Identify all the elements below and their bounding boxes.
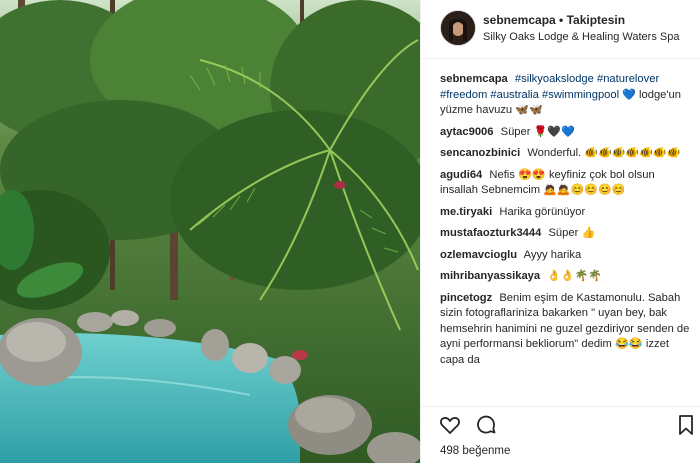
jungle-pool-image bbox=[0, 0, 420, 463]
hashtag-link[interactable]: #swimmingpool bbox=[542, 89, 619, 101]
comment-item: mihribanyassikaya 👌👌🌴🌴 bbox=[440, 269, 692, 285]
comment-username[interactable]: mihribanyassikaya bbox=[440, 270, 540, 282]
header-user-line: sebnemcapa • Takiptesin bbox=[483, 13, 625, 27]
comment-item: sencanozbinici Wonderful. 🐠🐠🐠🐠🐠🐠🐠 bbox=[440, 146, 692, 162]
caption: sebnemcapa #silkyoakslodge #naturelover … bbox=[440, 72, 692, 119]
header-separator: • bbox=[559, 13, 564, 27]
comment-emoji: 🌹🖤💙 bbox=[533, 125, 575, 138]
comment-username[interactable]: sencanozbinici bbox=[440, 147, 520, 159]
heart-icon[interactable] bbox=[438, 413, 462, 437]
hashtag-link[interactable]: #freedom bbox=[440, 89, 487, 101]
following-status[interactable]: Takiptesin bbox=[567, 13, 625, 27]
comment-username[interactable]: mustafaozturk3444 bbox=[440, 227, 541, 239]
comment-icon[interactable] bbox=[474, 413, 498, 437]
comment-text: Harika görünüyor bbox=[499, 205, 586, 218]
comment-username[interactable]: agudi64 bbox=[440, 169, 482, 181]
location-link[interactable]: Silky Oaks Lodge & Healing Waters Spa bbox=[483, 31, 679, 43]
caption-emoji: 🦋🦋 bbox=[515, 104, 543, 116]
comment-text: Wonderful. bbox=[527, 147, 582, 159]
comment-text: Ayyy harika bbox=[523, 248, 582, 261]
post-actions: 498 beğenme bbox=[421, 406, 700, 464]
comments-list[interactable]: sebnemcapa #silkyoakslodge #naturelover … bbox=[440, 72, 692, 406]
post-photo[interactable] bbox=[0, 0, 420, 463]
comment-text: Süper bbox=[500, 125, 531, 138]
avatar[interactable] bbox=[440, 10, 476, 46]
bookmark-icon[interactable] bbox=[674, 413, 698, 437]
comment-username[interactable]: aytac9006 bbox=[440, 126, 494, 138]
comment-item: mustafaozturk3444 Süper 👍 bbox=[440, 226, 692, 242]
hashtag-link[interactable]: #naturelover bbox=[597, 73, 659, 85]
comment-item: agudi64 Nefis 😍😍 keyfiniz çok bol olsun … bbox=[440, 168, 692, 199]
header-username[interactable]: sebnemcapa bbox=[483, 13, 556, 27]
comment-username[interactable]: pincetogz bbox=[440, 292, 492, 304]
post-panel: sebnemcapa • Takiptesin Silky Oaks Lodge… bbox=[420, 0, 700, 463]
hashtag-link[interactable]: #silkyoakslodge bbox=[515, 73, 594, 85]
comment-username[interactable]: me.tiryaki bbox=[440, 206, 492, 218]
comment-username[interactable]: ozlemavcioglu bbox=[440, 249, 517, 261]
avatar-image bbox=[441, 11, 475, 45]
post-header: sebnemcapa • Takiptesin Silky Oaks Lodge… bbox=[421, 0, 700, 59]
likes-count[interactable]: 498 beğenme bbox=[440, 445, 510, 457]
caption-username[interactable]: sebnemcapa bbox=[440, 73, 508, 85]
comment-item: pincetogz Benim eşim de Kastamonulu. Sab… bbox=[440, 291, 692, 369]
comment-emoji: 👌👌🌴🌴 bbox=[547, 270, 603, 282]
hashtag-link[interactable]: #australia bbox=[490, 89, 539, 101]
comment-text: Süper bbox=[548, 227, 579, 239]
comment-emoji: 👍 bbox=[581, 227, 596, 239]
caption-emoji: 💙 bbox=[622, 88, 636, 101]
comment-item: ozlemavcioglu Ayyy harika bbox=[440, 248, 692, 264]
comment-emoji: 🐠🐠🐠🐠🐠🐠🐠 bbox=[584, 147, 681, 159]
comment-item: aytac9006 Süper 🌹🖤💙 bbox=[440, 125, 692, 141]
comment-emoji: 🙇🙇😊😊😊😊 bbox=[543, 184, 626, 196]
comment-item: me.tiryaki Harika görünüyor bbox=[440, 205, 692, 221]
